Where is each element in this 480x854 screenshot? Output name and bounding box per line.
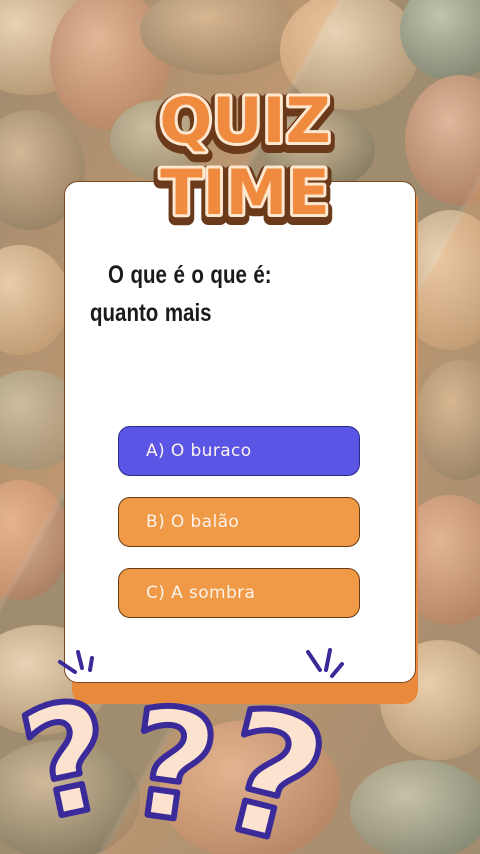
title-line2: TIME (160, 156, 329, 229)
question-text: O que é o que é: quanto mais (90, 261, 272, 327)
sparkle-icon (58, 648, 344, 678)
answer-option-b[interactable]: B) O balão (118, 497, 360, 547)
question-marks-decoration: ? ? ? (20, 648, 347, 854)
title-line1: QUIZ (159, 84, 330, 157)
quiz-time-title: QUIZ QUIZ QUIZ TIME TIME TIME (152, 81, 337, 238)
answer-option-c[interactable]: C) A sombra (118, 568, 360, 618)
answer-option-a[interactable]: A) O buraco (118, 426, 360, 476)
question-mark-icon: ? (20, 667, 129, 854)
